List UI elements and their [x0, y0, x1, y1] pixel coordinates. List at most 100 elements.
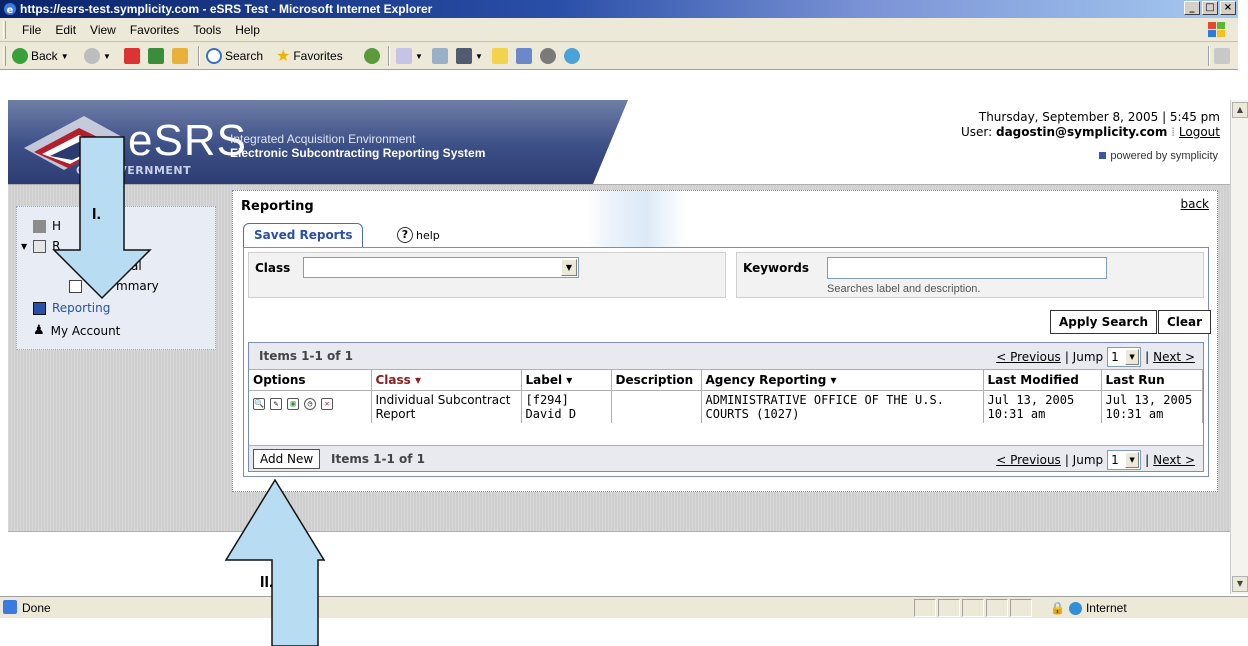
next-link-top[interactable]: Next >: [1153, 350, 1195, 364]
history-icon: [364, 48, 380, 64]
chevron-down-icon[interactable]: ▼: [1125, 452, 1140, 468]
powered-by: powered by symplicity: [1099, 150, 1218, 162]
stop-button[interactable]: [124, 46, 140, 66]
jump-select-bottom[interactable]: 1 ▼: [1107, 450, 1142, 470]
browser-toolbar: Back ▼ ▼ Search ★ Favorites ▼ ▼: [0, 42, 1238, 70]
messenger-button[interactable]: [540, 46, 556, 66]
keywords-input[interactable]: [827, 257, 1107, 279]
research-button[interactable]: [516, 46, 532, 66]
nav-account-label: My Account: [50, 323, 121, 338]
edit-button[interactable]: ▼: [456, 46, 483, 66]
col-options: Options: [249, 369, 372, 391]
previous-link-bottom[interactable]: < Previous: [996, 453, 1061, 467]
favorites-button[interactable]: ★ Favorites: [276, 46, 343, 66]
brand-subtitle-2: Electronic Subcontracting Reporting Syst…: [230, 146, 486, 160]
back-button[interactable]: Back ▼: [12, 46, 69, 66]
help-label: help: [416, 228, 440, 242]
menu-help[interactable]: Help: [235, 23, 260, 37]
nav-reporting[interactable]: Reporting: [33, 301, 110, 315]
mail-button[interactable]: ▼: [396, 46, 423, 66]
msn-button[interactable]: [564, 46, 580, 66]
jump-value-top: 1: [1111, 350, 1119, 364]
menu-view[interactable]: View: [90, 23, 116, 37]
refresh-icon: [148, 48, 164, 64]
discuss-button[interactable]: [492, 46, 508, 66]
table-row: 🔍 ✎ ▣ ◷ ✕ Individual Subcontract Report …: [249, 390, 1203, 423]
col-label[interactable]: Label ▾: [521, 369, 612, 391]
status-bar: Done 🔒 Internet: [0, 596, 1248, 618]
history-button[interactable]: [364, 46, 380, 66]
edit-icon[interactable]: ✎: [270, 398, 282, 410]
home-button[interactable]: [172, 46, 188, 66]
next-link-bottom[interactable]: Next >: [1153, 453, 1195, 467]
schedule-icon[interactable]: ◷: [304, 398, 316, 410]
close-button[interactable]: ×: [1220, 1, 1236, 15]
col-class[interactable]: Class ▾: [371, 369, 522, 391]
menu-bar: File Edit View Favorites Tools Help: [0, 18, 1238, 42]
jump-label-bottom: | Jump: [1064, 453, 1104, 467]
keywords-filter: Keywords Searches label and description.: [736, 252, 1204, 298]
col-last-run: Last Run: [1101, 369, 1203, 391]
copy-icon[interactable]: ▣: [287, 398, 299, 410]
keywords-label: Keywords: [743, 261, 810, 275]
excel-export-icon[interactable]: ✕: [321, 398, 333, 410]
tab-saved-reports[interactable]: Saved Reports: [243, 223, 364, 247]
document-icon: [69, 279, 82, 293]
chevron-down-icon[interactable]: ▼: [1125, 349, 1140, 365]
site-header: eSRS Integrated Acquisition Environment …: [8, 100, 1230, 184]
nav-reports[interactable]: ▼ R: [21, 239, 61, 253]
user-icon: ♟: [33, 323, 45, 338]
menu-favorites[interactable]: Favorites: [130, 23, 179, 37]
nav-my-account[interactable]: ♟ My Account: [33, 323, 120, 338]
col-description: Description: [611, 369, 702, 391]
print-icon: [432, 48, 448, 64]
search-button[interactable]: Search: [206, 46, 263, 66]
report-icon: [33, 301, 46, 315]
msn-icon: [564, 48, 580, 64]
forward-arrow-icon: [84, 48, 100, 64]
class-select[interactable]: ▼: [303, 257, 579, 278]
nav-individual[interactable]: al: [131, 259, 142, 273]
minimize-button[interactable]: _: [1184, 1, 1200, 15]
logout-link[interactable]: Logout: [1179, 125, 1220, 139]
col-agency[interactable]: Agency Reporting ▾: [701, 369, 984, 391]
apply-search-button[interactable]: Apply Search: [1050, 310, 1158, 334]
brand-gov-label: OR GOVERNMENT: [76, 164, 192, 177]
header-datetime: Thursday, September 8, 2005 | 5:45 pm: [978, 110, 1220, 124]
forward-button[interactable]: ▼: [84, 46, 111, 66]
view-icon[interactable]: 🔍: [253, 398, 265, 410]
nav-home[interactable]: H: [33, 219, 61, 233]
jump-value-bottom: 1: [1111, 453, 1119, 467]
back-link[interactable]: back: [1180, 197, 1209, 211]
menu-edit[interactable]: Edit: [55, 23, 76, 37]
chevron-down-icon[interactable]: ▼: [561, 259, 577, 276]
row-description: [611, 390, 702, 423]
windows-logo-icon: [1208, 22, 1225, 37]
user-email: dagostin@symplicity.com: [995, 125, 1168, 139]
scroll-up-icon[interactable]: ▲: [1232, 102, 1248, 118]
menu-file[interactable]: File: [22, 23, 41, 37]
nav-summary[interactable]: mmary: [69, 279, 159, 293]
lock-icon: 🔒: [1050, 601, 1065, 615]
links-button[interactable]: [1214, 46, 1230, 66]
menu-tools[interactable]: Tools: [193, 23, 221, 37]
help-link[interactable]: ? help: [397, 227, 440, 243]
previous-link-top[interactable]: < Previous: [996, 350, 1061, 364]
refresh-button[interactable]: [148, 46, 164, 66]
jump-select-top[interactable]: 1 ▼: [1107, 347, 1142, 367]
add-new-button[interactable]: Add New: [253, 449, 321, 469]
items-count-bottom: Items 1-1 of 1: [331, 452, 426, 466]
results-header-bar: Items 1-1 of 1 < Previous | Jump 1 ▼ | N…: [249, 343, 1203, 369]
vertical-scrollbar[interactable]: ▲ ▼: [1230, 100, 1248, 594]
home-icon: [33, 219, 46, 233]
panel-title: Reporting: [241, 199, 314, 214]
maximize-button[interactable]: □: [1202, 1, 1218, 15]
class-label: Class: [255, 261, 291, 275]
edit-icon: [456, 48, 472, 64]
col-last-modified: Last Modified: [983, 369, 1102, 391]
scroll-down-icon[interactable]: ▼: [1232, 576, 1248, 592]
print-button[interactable]: [432, 46, 448, 66]
nav-home-label: H: [52, 219, 62, 233]
clear-button[interactable]: Clear: [1158, 310, 1212, 334]
row-agency: ADMINISTRATIVE OFFICE OF THE U.S. COURTS…: [701, 390, 984, 423]
